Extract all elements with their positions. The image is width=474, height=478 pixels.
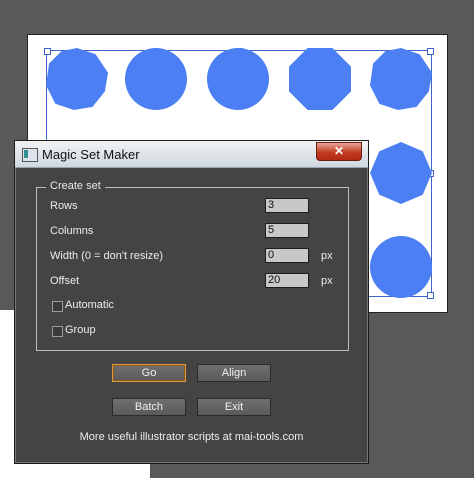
columns-input[interactable]: 5 — [265, 223, 309, 238]
selection-handle[interactable] — [427, 48, 434, 55]
batch-button[interactable]: Batch — [112, 398, 186, 416]
automatic-label: Automatic — [65, 299, 114, 311]
align-button[interactable]: Align — [197, 364, 271, 382]
offset-input[interactable]: 20 — [265, 273, 309, 288]
window-title: Magic Set Maker — [42, 147, 140, 162]
blue-shape[interactable] — [125, 48, 187, 110]
blue-shape[interactable] — [207, 48, 269, 110]
columns-label: Columns — [50, 225, 94, 237]
exit-button[interactable]: Exit — [197, 398, 271, 416]
group-title: Create set — [46, 180, 105, 192]
magic-set-maker-dialog: Magic Set Maker ✕ Create set Rows 3 Colu… — [14, 140, 369, 464]
width-input[interactable]: 0 — [265, 248, 309, 263]
width-label: Width (0 = don't resize) — [50, 250, 164, 262]
blue-shape[interactable] — [370, 236, 432, 298]
rows-input[interactable]: 3 — [265, 198, 309, 213]
app-window-icon — [22, 148, 38, 162]
title-bar[interactable]: Magic Set Maker ✕ — [15, 141, 368, 168]
footer-link-text: More useful illustrator scripts at mai-t… — [79, 431, 304, 443]
selection-handle[interactable] — [44, 48, 51, 55]
selection-handle[interactable] — [427, 292, 434, 299]
offset-label: Offset — [50, 275, 80, 287]
width-unit: px — [321, 250, 333, 262]
go-button[interactable]: Go — [112, 364, 186, 382]
rows-label: Rows — [50, 200, 78, 212]
automatic-checkbox[interactable] — [52, 301, 63, 312]
group-checkbox[interactable] — [52, 326, 63, 337]
close-button[interactable]: ✕ — [316, 142, 362, 161]
offset-unit: px — [321, 275, 333, 287]
group-label: Group — [65, 324, 96, 336]
